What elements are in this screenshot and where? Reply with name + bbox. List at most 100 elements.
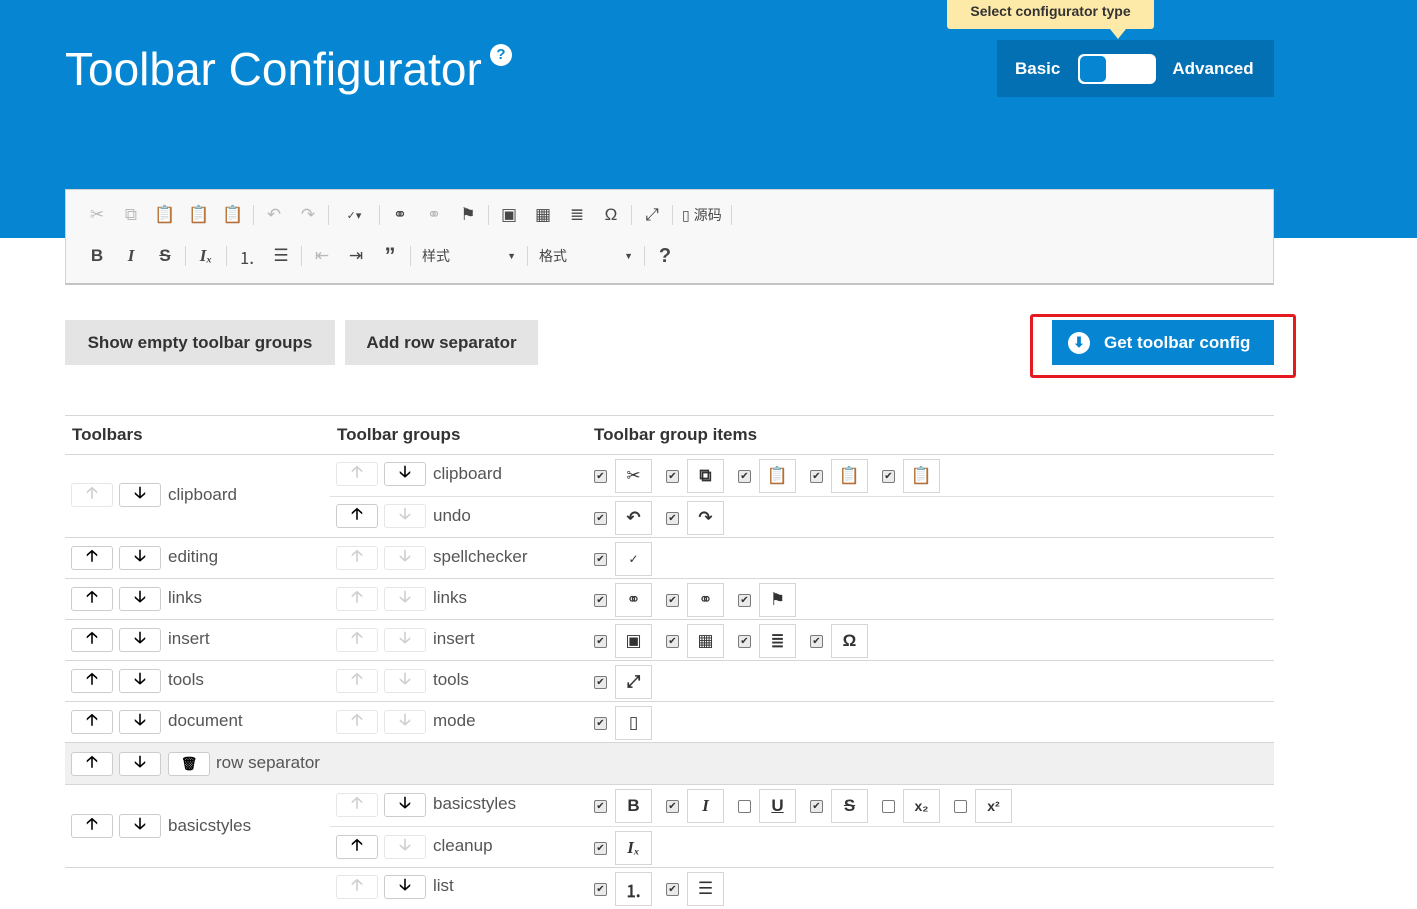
horizontal-rule-icon[interactable]: ≣ (560, 201, 594, 229)
group-move-down-button[interactable]: 🡣 (384, 462, 426, 486)
numbered-list-icon[interactable]: ⒈ (230, 242, 264, 270)
group-move-up-button[interactable]: 🡡 (336, 462, 378, 486)
trash-icon[interactable]: 🗑 (168, 752, 210, 776)
item-checkbox[interactable]: ✔ (594, 882, 607, 896)
group-move-up-button[interactable]: 🡡 (336, 628, 378, 652)
switch-label-basic[interactable]: Basic (1015, 59, 1060, 79)
item-checkbox[interactable]: ✔ (666, 634, 679, 648)
help-icon[interactable]: ? (490, 44, 512, 66)
move-down-button[interactable]: 🡣 (119, 814, 161, 838)
group-move-down-button[interactable]: 🡣 (384, 628, 426, 652)
group-move-up-button[interactable]: 🡡 (336, 835, 378, 859)
item-checkbox[interactable]: ✔ (594, 593, 607, 607)
item-checkbox[interactable]: ✔ (882, 469, 895, 483)
move-down-button[interactable]: 🡣 (119, 587, 161, 611)
group-move-up-button[interactable]: 🡡 (336, 587, 378, 611)
group-items: ✔ ⒈ ✔ ☰ (594, 872, 738, 906)
switch-label-advanced[interactable]: Advanced (1172, 59, 1253, 79)
paste-icon[interactable]: 📋 (148, 201, 182, 229)
add-row-separator-button[interactable]: Add row separator (345, 320, 538, 365)
undo-icon[interactable]: ↶ (257, 201, 291, 229)
image-icon[interactable]: ▣ (492, 201, 526, 229)
group-move-down-button[interactable]: 🡣 (384, 835, 426, 859)
item-checkbox[interactable]: ✔ (594, 469, 607, 483)
outdent-icon[interactable]: ⇤ (305, 242, 339, 270)
item-checkbox[interactable]: ✔ (594, 716, 607, 730)
remove-format-icon[interactable]: Iₓ (189, 242, 223, 270)
move-down-button[interactable]: 🡣 (119, 546, 161, 570)
indent-icon[interactable]: ⇥ (339, 242, 373, 270)
move-up-button[interactable]: 🡡 (71, 752, 113, 776)
cut-icon[interactable]: ✂ (80, 201, 114, 229)
move-up-button[interactable]: 🡡 (71, 546, 113, 570)
item-checkbox[interactable]: ✔ (594, 799, 607, 813)
move-up-button[interactable]: 🡡 (71, 628, 113, 652)
get-toolbar-config-button[interactable]: ⬇ Get toolbar config (1052, 320, 1274, 365)
show-empty-groups-button[interactable]: Show empty toolbar groups (65, 320, 335, 365)
move-up-button[interactable]: 🡡 (71, 483, 113, 507)
group-move-down-button[interactable]: 🡣 (384, 669, 426, 693)
format-combo[interactable]: 格式 ▼ (531, 243, 641, 269)
move-down-button[interactable]: 🡣 (119, 483, 161, 507)
copy-icon[interactable]: ⧉ (114, 201, 148, 229)
item-checkbox[interactable]: ✔ (810, 469, 823, 483)
group-move-up-button[interactable]: 🡡 (336, 710, 378, 734)
move-down-button[interactable]: 🡣 (119, 669, 161, 693)
maximize-icon[interactable]: ⤢ (635, 201, 669, 229)
paste-word-icon[interactable]: 📋 (216, 201, 250, 229)
item-checkbox[interactable]: ✔ (666, 799, 679, 813)
blockquote-icon[interactable]: ” (373, 242, 407, 270)
group-move-up-button[interactable]: 🡡 (336, 669, 378, 693)
paste-text-icon[interactable]: 📋 (182, 201, 216, 229)
italic-icon[interactable]: I (114, 242, 148, 270)
link-icon[interactable]: ⚭ (383, 201, 417, 229)
item-checkbox[interactable]: ✔ (666, 593, 679, 607)
table-icon[interactable]: ▦ (526, 201, 560, 229)
item-checkbox[interactable]: ✔ (666, 511, 679, 525)
about-icon[interactable]: ? (648, 242, 682, 270)
item-checkbox[interactable]: ✔ (738, 593, 751, 607)
group-move-down-button[interactable]: 🡣 (384, 875, 426, 899)
item-checkbox[interactable] (738, 799, 751, 813)
item-checkbox[interactable] (954, 799, 967, 813)
item-checkbox[interactable]: ✔ (738, 469, 751, 483)
item-checkbox[interactable]: ✔ (594, 552, 607, 566)
source-button[interactable]: ▯ 源码 (676, 201, 728, 229)
group-move-down-button[interactable]: 🡣 (384, 710, 426, 734)
move-up-button[interactable]: 🡡 (71, 669, 113, 693)
bold-icon[interactable]: B (80, 242, 114, 270)
move-down-button[interactable]: 🡣 (119, 710, 161, 734)
item-checkbox[interactable]: ✔ (594, 511, 607, 525)
redo-icon[interactable]: ↷ (291, 201, 325, 229)
group-move-down-button[interactable]: 🡣 (384, 546, 426, 570)
item-checkbox[interactable]: ✔ (594, 841, 607, 855)
item-checkbox[interactable] (882, 799, 895, 813)
group-move-down-button[interactable]: 🡣 (384, 793, 426, 817)
move-down-button[interactable]: 🡣 (119, 752, 161, 776)
configurator-type-toggle[interactable] (1078, 53, 1157, 84)
move-down-button[interactable]: 🡣 (119, 628, 161, 652)
item-checkbox[interactable]: ✔ (810, 634, 823, 648)
group-move-up-button[interactable]: 🡡 (336, 504, 378, 528)
group-move-up-button[interactable]: 🡡 (336, 793, 378, 817)
group-move-up-button[interactable]: 🡡 (336, 875, 378, 899)
group-move-up-button[interactable]: 🡡 (336, 546, 378, 570)
strike-icon[interactable]: S (148, 242, 182, 270)
group-move-down-button[interactable]: 🡣 (384, 587, 426, 611)
group-move-down-button[interactable]: 🡣 (384, 504, 426, 528)
spellcheck-icon[interactable]: ✓▾ (332, 201, 376, 229)
special-char-icon[interactable]: Ω (594, 201, 628, 229)
item-checkbox[interactable]: ✔ (666, 469, 679, 483)
move-up-button[interactable]: 🡡 (71, 587, 113, 611)
anchor-flag-icon[interactable]: ⚑ (451, 201, 485, 229)
styles-combo[interactable]: 样式 ▼ (414, 243, 524, 269)
unlink-icon[interactable]: ⚭ (417, 201, 451, 229)
item-checkbox[interactable]: ✔ (594, 634, 607, 648)
item-checkbox[interactable]: ✔ (810, 799, 823, 813)
item-checkbox[interactable]: ✔ (738, 634, 751, 648)
move-up-button[interactable]: 🡡 (71, 710, 113, 734)
bulleted-list-icon[interactable]: ☰ (264, 242, 298, 270)
item-checkbox[interactable]: ✔ (594, 675, 607, 689)
item-checkbox[interactable]: ✔ (666, 882, 679, 896)
move-up-button[interactable]: 🡡 (71, 814, 113, 838)
